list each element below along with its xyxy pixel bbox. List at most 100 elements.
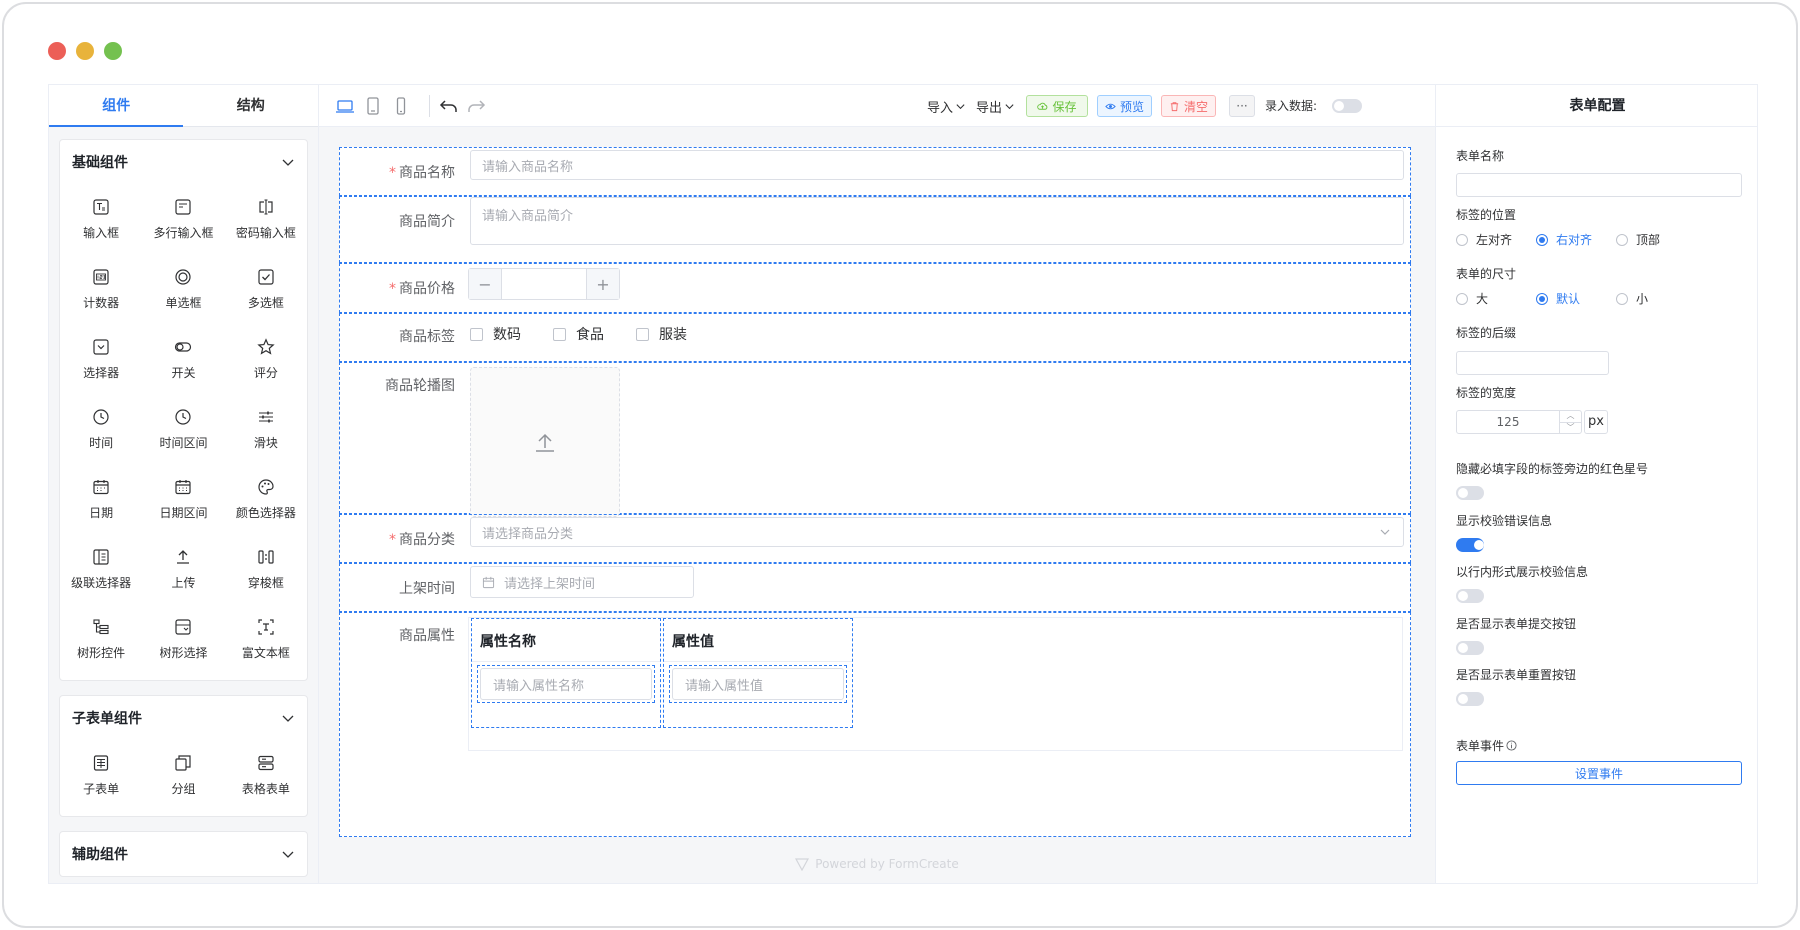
form-size-option-1[interactable]: 默认 [1536, 290, 1596, 307]
setting-toggle-2[interactable] [1456, 589, 1484, 603]
group-basic-header[interactable]: 基础组件 [60, 140, 307, 184]
component-subform[interactable]: 子表单 [60, 740, 142, 810]
tab-components[interactable]: 组件 [49, 85, 184, 126]
product-name-input[interactable]: 请输入商品名称 [470, 150, 1404, 180]
radio-circle[interactable] [1616, 233, 1628, 246]
clear-button[interactable]: 清空 [1161, 95, 1216, 117]
component-switch[interactable]: 开关 [142, 324, 224, 394]
label-width-value[interactable]: 125 [1457, 411, 1559, 433]
field-label: * 商品名称 [340, 162, 455, 182]
info-icon[interactable] [1506, 740, 1517, 751]
component-clock-range[interactable]: 时间区间 [142, 394, 224, 464]
component-clock[interactable]: 时间 [60, 394, 142, 464]
component-transfer[interactable]: 穿梭框 [225, 534, 307, 604]
radio-circle[interactable] [1456, 292, 1468, 305]
component-group[interactable]: 分组 [142, 740, 224, 810]
checkbox[interactable] [470, 327, 483, 341]
set-events-button[interactable]: 设置事件 [1456, 761, 1742, 785]
label-position-option-0[interactable]: 左对齐 [1456, 231, 1516, 248]
setting-toggle-1[interactable] [1456, 537, 1484, 552]
label-position-option-2[interactable]: 顶部 [1616, 231, 1676, 248]
checkbox[interactable] [553, 327, 566, 341]
export-menu[interactable]: 导出 [976, 97, 1015, 116]
setting-toggle-0[interactable] [1456, 486, 1484, 500]
field-product-price[interactable]: * 商品价格 − + [339, 263, 1411, 313]
tab-structure[interactable]: 结构 [184, 85, 319, 126]
image-upload-box[interactable] [470, 367, 620, 517]
price-stepper[interactable]: − + [468, 268, 620, 300]
setting-toggle-3[interactable] [1456, 640, 1484, 655]
component-select[interactable]: 选择器 [60, 324, 142, 394]
chevron-down-icon[interactable]: ﹀ [1560, 421, 1581, 434]
import-menu[interactable]: 导入 [927, 97, 966, 116]
minimize-window-button[interactable] [76, 42, 94, 60]
desktop-view-icon[interactable] [335, 96, 355, 116]
component-palette[interactable]: 颜色选择器 [225, 464, 307, 534]
tag-option-digital[interactable]: 数码 [470, 324, 521, 344]
increment-button[interactable]: + [587, 269, 619, 299]
redo-icon[interactable] [466, 96, 486, 116]
attr-value-input[interactable]: 请输入属性值 [672, 668, 844, 700]
attr-name-input[interactable]: 请输入属性名称 [480, 668, 652, 700]
component-upload[interactable]: 上传 [142, 534, 224, 604]
field-product-intro[interactable]: 商品简介 请输入商品简介 [339, 196, 1411, 263]
form-name-input[interactable] [1456, 173, 1742, 197]
field-product-carousel[interactable]: 商品轮播图 [339, 362, 1411, 517]
field-product-category[interactable]: * 商品分类 请选择商品分类 [339, 514, 1411, 563]
undo-icon[interactable] [439, 96, 459, 116]
decrement-button[interactable]: − [469, 269, 501, 299]
preview-button[interactable]: 预览 [1097, 95, 1152, 117]
category-select[interactable]: 请选择商品分类 [470, 517, 1404, 547]
radio-circle[interactable] [1616, 292, 1628, 305]
component-calendar-range[interactable]: 日期区间 [142, 464, 224, 534]
radio-circle[interactable] [1456, 233, 1468, 246]
field-product-tags[interactable]: 商品标签 数码 食品 服装 [339, 313, 1411, 362]
component-calendar[interactable]: 日期 [60, 464, 142, 534]
form-size-option-2[interactable]: 小 [1616, 290, 1676, 307]
label-position-option-1[interactable]: 右对齐 [1536, 231, 1596, 248]
component-counter[interactable]: 计数器 [60, 254, 142, 324]
attr-value-column[interactable]: 属性值 请输入属性值 [663, 618, 853, 728]
maximize-window-button[interactable] [104, 42, 122, 60]
product-intro-textarea[interactable]: 请输入商品简介 [470, 197, 1404, 245]
label-suffix-input[interactable] [1456, 351, 1609, 375]
mobile-view-icon[interactable] [391, 96, 411, 116]
group-aux-header[interactable]: 辅助组件 [60, 832, 307, 876]
radio-circle[interactable] [1536, 233, 1548, 246]
close-window-button[interactable] [48, 42, 66, 60]
tag-option-clothing[interactable]: 服装 [636, 324, 687, 344]
component-cascader[interactable]: 级联选择器 [60, 534, 142, 604]
field-product-name[interactable]: * 商品名称 请输入商品名称 [339, 147, 1411, 196]
component-table-form[interactable]: 表格表单 [225, 740, 307, 810]
price-value-input[interactable] [501, 269, 587, 299]
attr-value-cell[interactable]: 请输入属性值 [669, 665, 847, 703]
setting-toggle-4[interactable] [1456, 692, 1484, 706]
component-radio[interactable]: 单选框 [142, 254, 224, 324]
attr-name-column[interactable]: 属性名称 请输入属性名称 [471, 618, 661, 728]
component-tree-select[interactable]: 树形选择 [142, 604, 224, 674]
field-shelf-time[interactable]: 上架时间 请选择上架时间 [339, 563, 1411, 612]
field-product-attrs[interactable]: 商品属性 属性名称 请输入属性名称 属性值 请输入属性值 [339, 612, 1411, 837]
component-richtext[interactable]: 富文本框 [225, 604, 307, 674]
component-checkbox[interactable]: 多选框 [225, 254, 307, 324]
shelf-time-picker[interactable]: 请选择上架时间 [470, 566, 694, 598]
attr-name-cell[interactable]: 请输入属性名称 [477, 665, 655, 703]
component-input[interactable]: 输入框 [60, 184, 142, 254]
radio-circle[interactable] [1536, 292, 1548, 305]
component-label: 滑块 [253, 435, 278, 450]
tablet-view-icon[interactable] [363, 96, 383, 116]
component-textarea[interactable]: 多行输入框 [142, 184, 224, 254]
component-star[interactable]: 评分 [225, 324, 307, 394]
label-width-stepper[interactable]: 125 ︿ ﹀ [1456, 410, 1582, 434]
more-button[interactable]: ··· [1229, 95, 1255, 117]
component-password[interactable]: 密码输入框 [225, 184, 307, 254]
tag-option-food[interactable]: 食品 [553, 324, 604, 344]
checkbox[interactable] [636, 327, 649, 341]
component-tree[interactable]: 树形控件 [60, 604, 142, 674]
group-subform-header[interactable]: 子表单组件 [60, 696, 307, 740]
chevron-up-icon[interactable]: ︿ [1560, 411, 1581, 422]
save-button[interactable]: 保存 [1026, 95, 1088, 117]
form-size-option-0[interactable]: 大 [1456, 290, 1516, 307]
record-data-toggle[interactable] [1332, 99, 1362, 113]
component-slider[interactable]: 滑块 [225, 394, 307, 464]
